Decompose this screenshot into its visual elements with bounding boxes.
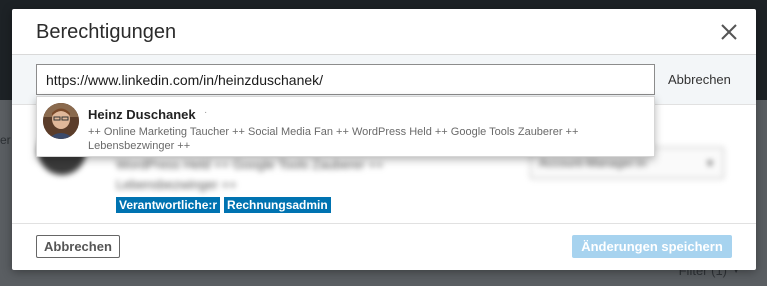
role-select-value: Account-Manager:in <box>539 156 647 170</box>
cancel-button[interactable]: Abbrechen <box>36 235 120 258</box>
member-headline-line1: WordPress Held ++ Google Tools Zauberer … <box>116 157 384 172</box>
badge-billing-admin: Rechnungsadmin <box>224 197 331 213</box>
close-button[interactable] <box>716 19 742 45</box>
save-changes-button[interactable]: Änderungen speichern <box>572 235 732 258</box>
chevron-down-icon: ▾ <box>706 156 713 170</box>
profile-url-input[interactable] <box>36 64 655 95</box>
avatar <box>43 103 79 139</box>
dialog-title: Berechtigungen <box>36 21 177 43</box>
search-cancel-link[interactable]: Abbrechen <box>668 72 731 87</box>
dialog-header: Berechtigungen <box>12 9 756 55</box>
dialog-footer: Abbrechen Änderungen speichern <box>12 223 756 270</box>
backdrop-edge-text: er <box>0 133 11 147</box>
suggestion-separator: · <box>204 107 208 118</box>
suggestion-item[interactable]: Heinz Duschanek · ++ Online Marketing Ta… <box>36 96 655 157</box>
role-badges: Verantwortliche:r Rechnungsadmin <box>116 197 331 213</box>
suggestion-headline: ++ Online Marketing Taucher ++ Social Me… <box>88 126 579 152</box>
close-icon <box>721 24 737 40</box>
member-headline-line2: Lebensbezwinger ++ <box>116 177 237 192</box>
badge-owner: Verantwortliche:r <box>116 197 221 213</box>
suggestion-name: Heinz Duschanek <box>88 107 196 122</box>
permissions-dialog: Berechtigungen Abbrechen WordPress Held … <box>12 9 756 270</box>
